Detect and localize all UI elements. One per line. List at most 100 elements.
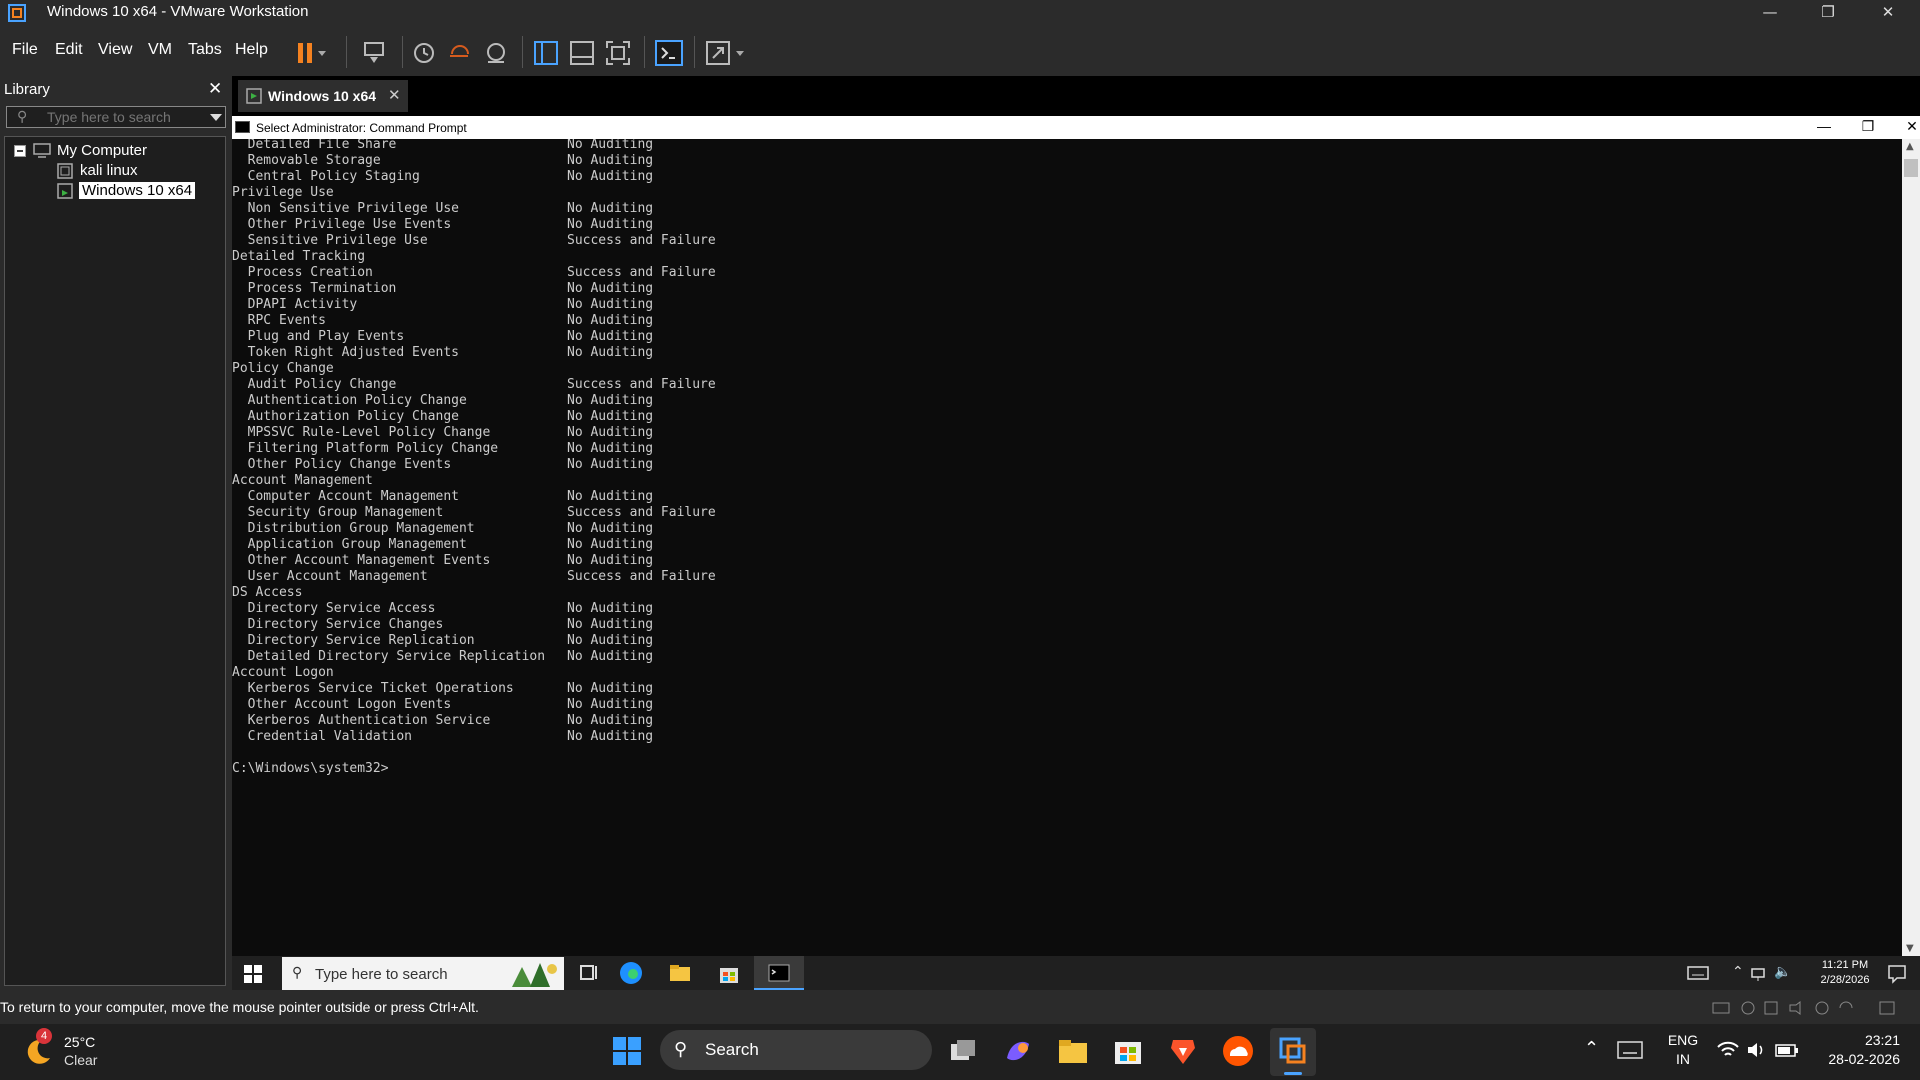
wifi-icon[interactable]: [1715, 1038, 1741, 1062]
console-view-icon[interactable]: [654, 40, 684, 66]
volume-icon[interactable]: [1745, 1038, 1769, 1062]
volume-icon[interactable]: 🔈: [1774, 964, 1791, 980]
console-line-name: MPSSVC Rule-Level Policy Change: [232, 425, 491, 440]
minimize-button[interactable]: —: [1804, 118, 1844, 134]
menu-tabs[interactable]: Tabs: [188, 41, 222, 59]
network-icon[interactable]: [1750, 961, 1768, 985]
close-icon[interactable]: ✕: [388, 86, 401, 104]
library-search[interactable]: ⚲: [6, 106, 226, 128]
tree-item-my-computer[interactable]: My Computer: [57, 141, 147, 161]
keyboard-icon[interactable]: [1616, 1038, 1644, 1062]
store-icon[interactable]: [1111, 1034, 1145, 1068]
console-line: Detailed Directory Service Replication No…: [232, 649, 653, 665]
copilot-icon[interactable]: [1001, 1034, 1035, 1068]
full-screen-icon[interactable]: [604, 40, 634, 66]
menu-vm[interactable]: VM: [148, 41, 172, 59]
console-output[interactable]: Detailed File Share No Auditing Removable…: [232, 139, 1902, 956]
minimize-button[interactable]: —: [1742, 0, 1798, 26]
search-icon: ⚲: [292, 964, 303, 980]
console-line-name: Process Creation: [232, 265, 373, 280]
store-icon[interactable]: [717, 961, 741, 985]
library-search-input[interactable]: [47, 108, 197, 126]
console-line-setting: No Auditing: [567, 281, 654, 296]
console-line-name: Other Policy Change Events: [232, 457, 452, 472]
revert-snapshot-icon[interactable]: [446, 40, 476, 66]
notification-icon[interactable]: [1887, 961, 1907, 985]
scrollbar-thumb[interactable]: [1904, 159, 1918, 177]
console-line-setting: No Auditing: [567, 139, 654, 152]
scroll-up-icon[interactable]: ▲: [1906, 141, 1914, 152]
stretch-guest-icon[interactable]: [704, 40, 750, 66]
scroll-down-icon[interactable]: ▼: [1906, 943, 1914, 954]
host-time: 23:21: [1864, 1032, 1900, 1048]
snapshot-manager-icon[interactable]: [482, 40, 512, 66]
vm-display-area: Windows 10 x64 ✕ Select Administrator: C…: [232, 76, 1920, 990]
console-line-setting: No Auditing: [567, 713, 654, 728]
console-line-name: Security Group Management: [232, 505, 444, 520]
host-search-box[interactable]: ⚲ Search: [660, 1030, 932, 1070]
console-line: RPC Events No Auditing: [232, 313, 653, 329]
guest-clock[interactable]: 11:21 PM 2/28/2026: [1810, 958, 1880, 988]
windows-start-icon[interactable]: [244, 965, 262, 983]
console-line-setting: No Auditing: [567, 425, 654, 440]
console-line-setting: No Auditing: [567, 457, 654, 472]
send-ctrl-alt-del-icon[interactable]: [360, 40, 390, 66]
close-button[interactable]: ✕: [1860, 0, 1916, 26]
console-line-name: Other Account Logon Events: [232, 697, 452, 712]
chevron-up-icon[interactable]: ⌃: [1732, 964, 1744, 980]
menu-file[interactable]: File: [12, 41, 38, 59]
close-button[interactable]: ✕: [1892, 118, 1920, 135]
menu-help[interactable]: Help: [235, 41, 268, 59]
weather-temp: 25°C: [64, 1034, 96, 1050]
tree-item-kali-linux[interactable]: kali linux: [80, 161, 138, 181]
edge-icon[interactable]: [619, 961, 643, 985]
chevron-up-icon[interactable]: ⌃: [1584, 1038, 1599, 1059]
console-line-setting: No Auditing: [567, 633, 654, 648]
cmd-taskbar-button[interactable]: [754, 956, 804, 990]
console-line-setting: Success and Failure: [567, 569, 716, 584]
pause-icon[interactable]: [296, 40, 326, 66]
console-scrollbar[interactable]: ▲ ▼: [1902, 139, 1920, 956]
console-line: Credential Validation No Auditing: [232, 729, 653, 745]
guest-date: 2/28/2026: [1820, 974, 1870, 986]
console-line-setting: No Auditing: [567, 649, 654, 664]
language-indicator[interactable]: ENG IN: [1665, 1031, 1701, 1069]
weather-badge: 4: [36, 1028, 52, 1044]
task-view-icon[interactable]: [947, 1034, 981, 1068]
tree-item-windows-10-x64[interactable]: Windows 10 x64: [79, 181, 196, 201]
console-line: Distribution Group Management No Auditing: [232, 521, 653, 537]
console-line-setting: No Auditing: [567, 409, 654, 424]
console-line-name: Sensitive Privilege Use: [232, 233, 428, 248]
snapshot-icon[interactable]: [410, 40, 440, 66]
close-icon[interactable]: ✕: [208, 79, 222, 99]
show-library-icon[interactable]: [532, 40, 562, 66]
host-clock[interactable]: 23:21 28-02-2026: [1810, 1031, 1900, 1069]
soundcloud-icon[interactable]: [1221, 1034, 1255, 1068]
guest-search-box[interactable]: ⚲ Type here to search: [282, 957, 564, 990]
menu-edit[interactable]: Edit: [55, 41, 83, 59]
battery-icon[interactable]: [1774, 1038, 1800, 1062]
console-line-setting: No Auditing: [567, 697, 654, 712]
restore-button[interactable]: ❐: [1848, 118, 1888, 135]
console-line-setting: No Auditing: [567, 217, 654, 232]
console-line: Account Logon: [232, 665, 334, 681]
chevron-down-icon[interactable]: [210, 114, 222, 121]
tab-windows-10-x64[interactable]: Windows 10 x64 ✕: [238, 80, 408, 112]
console-line: Other Account Logon Events No Auditing: [232, 697, 653, 713]
keyboard-icon[interactable]: [1686, 961, 1710, 985]
file-explorer-icon[interactable]: [668, 961, 692, 985]
console-line-name: DPAPI Activity: [232, 297, 358, 312]
console-line: Non Sensitive Privilege Use No Auditing: [232, 201, 653, 217]
collapse-icon[interactable]: [14, 145, 26, 157]
restore-button[interactable]: ❐: [1800, 0, 1856, 26]
thumbnail-bar-icon[interactable]: [568, 40, 598, 66]
device-status-icons[interactable]: [1710, 1000, 1910, 1016]
brave-browser-icon[interactable]: [1166, 1034, 1200, 1068]
task-view-icon[interactable]: [577, 961, 601, 985]
lang-bottom: IN: [1676, 1051, 1690, 1067]
vmware-taskbar-button[interactable]: [1270, 1028, 1316, 1076]
windows-start-icon[interactable]: [610, 1034, 644, 1068]
file-explorer-icon[interactable]: [1056, 1034, 1090, 1068]
guest-screen[interactable]: Select Administrator: Command Prompt — ❐…: [232, 116, 1920, 990]
menu-view[interactable]: View: [98, 41, 132, 59]
